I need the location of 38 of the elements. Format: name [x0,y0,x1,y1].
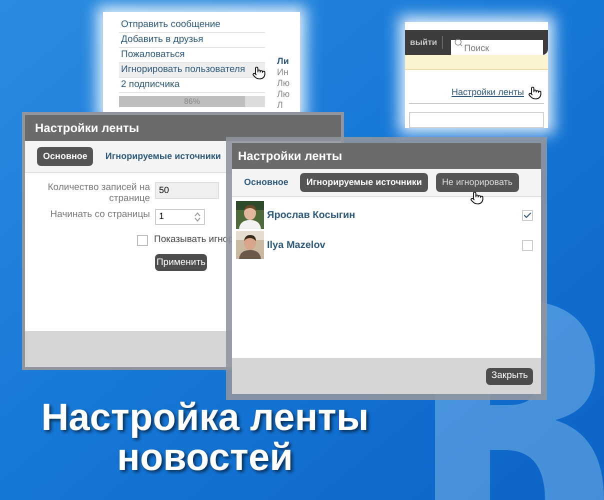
field-label: Начинать со страницы [49,209,150,220]
spinner-arrows-icon [193,211,202,223]
input-field[interactable]: 50 [155,182,219,199]
menu-item[interactable]: 2 подписчика [119,78,265,93]
tab[interactable]: Основное [240,172,292,192]
checkbox[interactable] [522,240,533,250]
checkbox[interactable] [522,210,533,220]
column-text: Л [277,100,284,111]
dialog-title: Настройки ленты [25,115,341,141]
column-text: Ин [277,67,290,78]
tab[interactable]: Основное [37,146,94,166]
menu-item[interactable]: Игнорировать пользователя [119,63,265,78]
field-label: Количество записей на странице [46,182,150,204]
headline: новостей [117,438,293,478]
menu-item[interactable]: Отправить сообщение [119,18,265,33]
tab[interactable]: Игнорируемые источники [300,172,428,192]
hand-cursor-icon [252,66,266,80]
check-icon [523,210,532,220]
column-text: Лю [277,89,290,100]
close-button[interactable]: Закрыть [486,368,533,384]
hand-cursor-icon [528,86,542,100]
tab[interactable]: Игнорируемые источники [101,146,225,166]
feed-settings-link[interactable]: Настройки ленты [452,86,524,100]
input-field[interactable] [409,112,544,128]
logout-link[interactable]: выйти [410,36,444,49]
headline: Настройка ленты [41,398,369,438]
menu-item[interactable]: Добавить в друзья [119,33,265,48]
column-heading: Ли [277,56,290,67]
search-icon [454,38,464,47]
apply-button[interactable]: Применить [155,254,207,272]
dialog-title: Настройки ленты [232,143,541,169]
unignore-button[interactable]: Не игнорировать [436,172,519,192]
search-field[interactable]: Поиск [451,40,543,56]
page-spinner[interactable]: 1 [155,209,205,225]
user-name-link[interactable]: Ilya Mazelov [267,238,519,252]
user-name-link[interactable]: Ярослав Косыгин [267,208,519,222]
checkbox[interactable] [137,234,148,246]
column-text: Лю [277,78,290,89]
